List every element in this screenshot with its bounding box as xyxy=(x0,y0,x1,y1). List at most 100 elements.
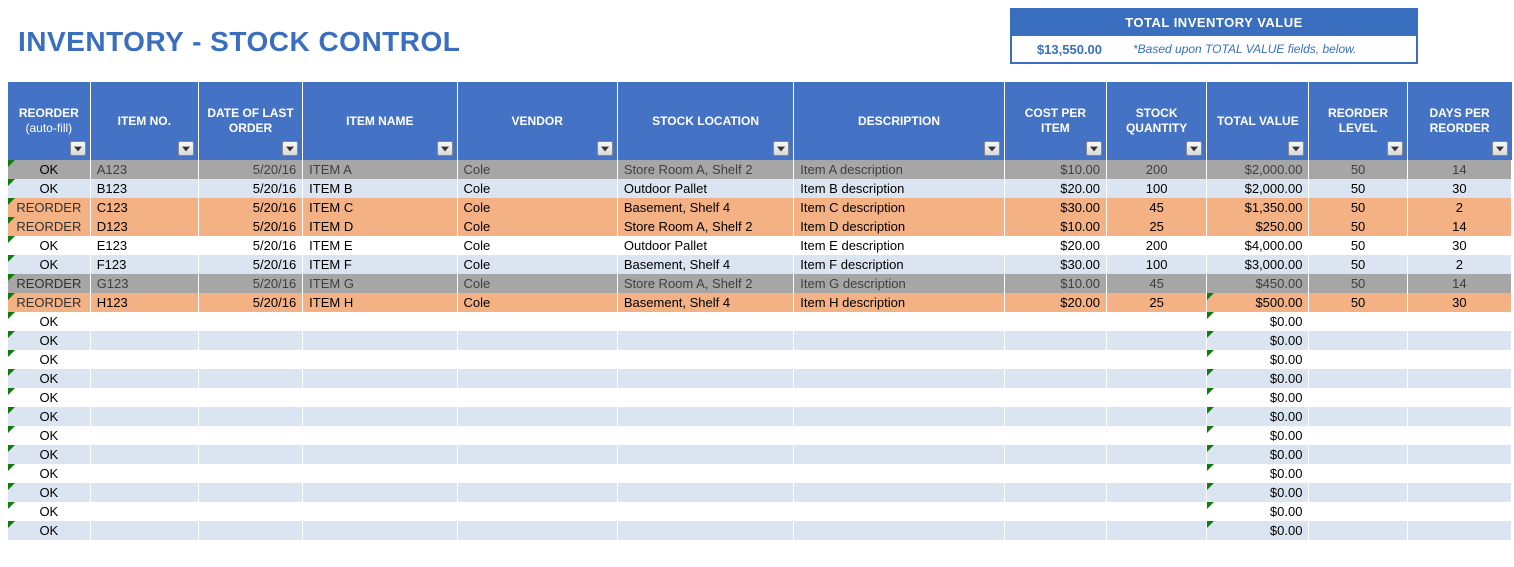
cell-days[interactable] xyxy=(1407,331,1511,350)
cell-name[interactable] xyxy=(303,521,457,540)
cell-total[interactable]: $2,000.00 xyxy=(1207,160,1309,179)
cell-total[interactable]: $0.00 xyxy=(1207,483,1309,502)
cell-reorder[interactable]: OK xyxy=(8,160,90,179)
cell-name[interactable] xyxy=(303,369,457,388)
cell-vendor[interactable] xyxy=(457,464,617,483)
table-row[interactable]: OK$0.00 xyxy=(8,426,1512,445)
table-row[interactable]: OKE1235/20/16ITEM EColeOutdoor PalletIte… xyxy=(8,236,1512,255)
cell-name[interactable] xyxy=(303,312,457,331)
cell-cost[interactable]: $20.00 xyxy=(1004,179,1106,198)
cell-item_no[interactable] xyxy=(90,426,198,445)
cell-days[interactable] xyxy=(1407,426,1511,445)
cell-rlevel[interactable] xyxy=(1309,312,1407,331)
cell-loc[interactable] xyxy=(617,483,793,502)
table-row[interactable]: OK$0.00 xyxy=(8,331,1512,350)
filter-dropdown-icon[interactable] xyxy=(1387,141,1403,156)
cell-reorder[interactable]: REORDER xyxy=(8,274,90,293)
cell-desc[interactable] xyxy=(794,483,1004,502)
cell-days[interactable] xyxy=(1407,464,1511,483)
filter-dropdown-icon[interactable] xyxy=(70,141,86,156)
cell-name[interactable]: ITEM C xyxy=(303,198,457,217)
cell-item_no[interactable]: H123 xyxy=(90,293,198,312)
cell-date[interactable] xyxy=(198,312,302,331)
cell-name[interactable] xyxy=(303,502,457,521)
cell-item_no[interactable] xyxy=(90,464,198,483)
cell-days[interactable] xyxy=(1407,407,1511,426)
cell-desc[interactable]: Item C description xyxy=(794,198,1004,217)
cell-reorder[interactable]: OK xyxy=(8,179,90,198)
cell-loc[interactable] xyxy=(617,350,793,369)
cell-desc[interactable] xyxy=(794,312,1004,331)
cell-rlevel[interactable] xyxy=(1309,388,1407,407)
cell-cost[interactable]: $30.00 xyxy=(1004,255,1106,274)
cell-cost[interactable]: $10.00 xyxy=(1004,217,1106,236)
cell-desc[interactable]: Item E description xyxy=(794,236,1004,255)
cell-days[interactable]: 30 xyxy=(1407,179,1511,198)
cell-date[interactable] xyxy=(198,483,302,502)
cell-cost[interactable] xyxy=(1004,369,1106,388)
cell-qty[interactable] xyxy=(1107,445,1207,464)
cell-total[interactable]: $0.00 xyxy=(1207,464,1309,483)
cell-vendor[interactable]: Cole xyxy=(457,198,617,217)
cell-loc[interactable]: Store Room A, Shelf 2 xyxy=(617,160,793,179)
filter-dropdown-icon[interactable] xyxy=(773,141,789,156)
cell-desc[interactable]: Item F description xyxy=(794,255,1004,274)
cell-days[interactable] xyxy=(1407,369,1511,388)
cell-days[interactable]: 14 xyxy=(1407,160,1511,179)
cell-vendor[interactable] xyxy=(457,502,617,521)
cell-name[interactable]: ITEM B xyxy=(303,179,457,198)
cell-total[interactable]: $3,000.00 xyxy=(1207,255,1309,274)
cell-date[interactable]: 5/20/16 xyxy=(198,179,302,198)
cell-cost[interactable] xyxy=(1004,502,1106,521)
cell-qty[interactable] xyxy=(1107,426,1207,445)
cell-date[interactable] xyxy=(198,331,302,350)
cell-rlevel[interactable]: 50 xyxy=(1309,217,1407,236)
cell-cost[interactable] xyxy=(1004,521,1106,540)
cell-cost[interactable] xyxy=(1004,464,1106,483)
cell-date[interactable]: 5/20/16 xyxy=(198,293,302,312)
cell-rlevel[interactable] xyxy=(1309,426,1407,445)
cell-desc[interactable] xyxy=(794,521,1004,540)
cell-reorder[interactable]: REORDER xyxy=(8,198,90,217)
cell-vendor[interactable] xyxy=(457,388,617,407)
cell-date[interactable] xyxy=(198,445,302,464)
cell-cost[interactable]: $10.00 xyxy=(1004,160,1106,179)
cell-rlevel[interactable]: 50 xyxy=(1309,160,1407,179)
cell-cost[interactable] xyxy=(1004,426,1106,445)
cell-qty[interactable]: 200 xyxy=(1107,236,1207,255)
cell-vendor[interactable]: Cole xyxy=(457,293,617,312)
cell-name[interactable] xyxy=(303,464,457,483)
cell-vendor[interactable]: Cole xyxy=(457,160,617,179)
table-row[interactable]: OK$0.00 xyxy=(8,350,1512,369)
cell-rlevel[interactable] xyxy=(1309,521,1407,540)
table-row[interactable]: REORDERG1235/20/16ITEM GColeStore Room A… xyxy=(8,274,1512,293)
cell-rlevel[interactable] xyxy=(1309,445,1407,464)
cell-rlevel[interactable] xyxy=(1309,483,1407,502)
cell-cost[interactable] xyxy=(1004,445,1106,464)
cell-loc[interactable]: Store Room A, Shelf 2 xyxy=(617,274,793,293)
table-row[interactable]: OK$0.00 xyxy=(8,388,1512,407)
cell-item_no[interactable]: D123 xyxy=(90,217,198,236)
filter-dropdown-icon[interactable] xyxy=(437,141,453,156)
filter-dropdown-icon[interactable] xyxy=(597,141,613,156)
table-row[interactable]: OK$0.00 xyxy=(8,502,1512,521)
cell-qty[interactable] xyxy=(1107,502,1207,521)
cell-qty[interactable]: 100 xyxy=(1107,179,1207,198)
cell-days[interactable]: 14 xyxy=(1407,217,1511,236)
table-row[interactable]: OK$0.00 xyxy=(8,483,1512,502)
cell-item_no[interactable] xyxy=(90,350,198,369)
cell-days[interactable] xyxy=(1407,521,1511,540)
cell-loc[interactable] xyxy=(617,445,793,464)
cell-name[interactable]: ITEM F xyxy=(303,255,457,274)
cell-qty[interactable] xyxy=(1107,350,1207,369)
cell-item_no[interactable] xyxy=(90,312,198,331)
cell-total[interactable]: $0.00 xyxy=(1207,369,1309,388)
table-row[interactable]: OKA1235/20/16ITEM AColeStore Room A, She… xyxy=(8,160,1512,179)
cell-desc[interactable] xyxy=(794,388,1004,407)
cell-days[interactable]: 30 xyxy=(1407,236,1511,255)
cell-cost[interactable]: $30.00 xyxy=(1004,198,1106,217)
cell-cost[interactable] xyxy=(1004,483,1106,502)
cell-rlevel[interactable]: 50 xyxy=(1309,293,1407,312)
cell-days[interactable] xyxy=(1407,350,1511,369)
cell-total[interactable]: $4,000.00 xyxy=(1207,236,1309,255)
